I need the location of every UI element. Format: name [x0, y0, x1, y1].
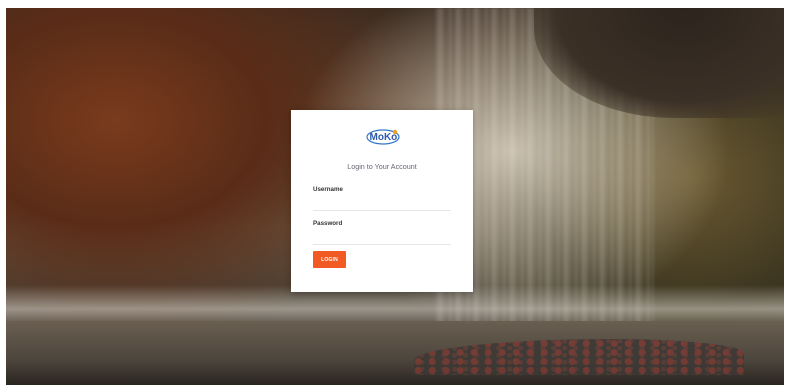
- logo-icon: MoKo: [366, 129, 400, 145]
- password-field[interactable]: [313, 230, 451, 245]
- username-field[interactable]: [313, 196, 451, 211]
- brand-logo: MoKo: [365, 126, 401, 146]
- username-label: Username: [313, 186, 343, 193]
- login-button[interactable]: LOGIN: [313, 251, 346, 268]
- page-title: Login to Your Account: [347, 162, 417, 171]
- login-card: MoKo Login to Your Account Username Pass…: [291, 110, 473, 292]
- logo-text: MoKo: [370, 132, 398, 143]
- password-label: Password: [313, 220, 343, 227]
